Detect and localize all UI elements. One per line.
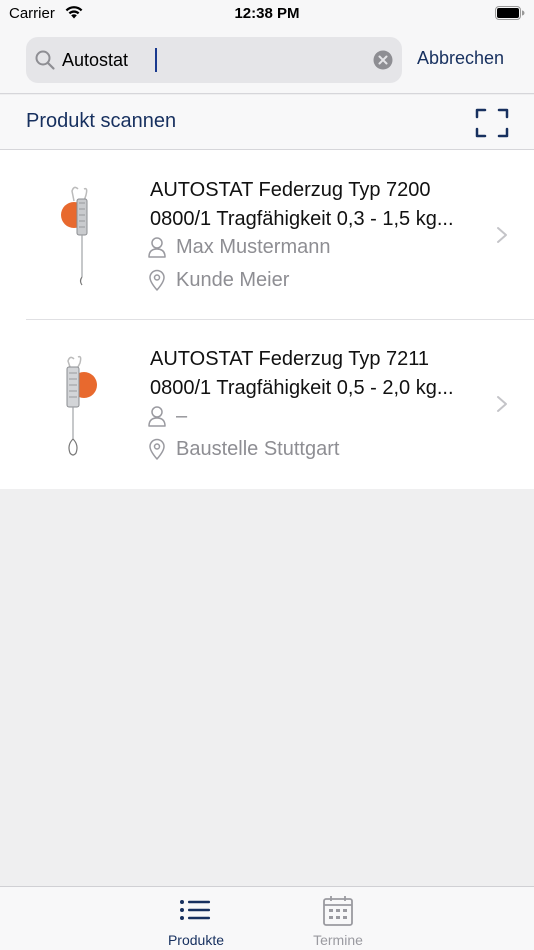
location-pin-icon — [149, 438, 165, 460]
product-title-line1: AUTOSTAT Federzug Typ 7211 — [150, 348, 430, 370]
product-title-line2: 0800/1 Tragfähigkeit 0,5 - 2,0 kg... — [150, 377, 454, 399]
search-header: Abbrechen — [0, 30, 534, 94]
product-location: Baustelle Stuttgart — [176, 438, 340, 460]
product-title-line2: 0800/1 Tragfähigkeit 0,3 - 1,5 kg... — [150, 208, 454, 230]
location-pin-icon — [149, 269, 165, 291]
list-item[interactable]: AUTOSTAT Federzug Typ 7200 0800/1 Tragfä… — [0, 150, 534, 320]
product-title: AUTOSTAT Federzug Typ 7200 0800/1 Tragfä… — [150, 176, 490, 234]
text-caret — [155, 48, 157, 72]
tab-termine-label: Termine — [313, 932, 363, 948]
clear-icon[interactable] — [373, 50, 393, 70]
search-input[interactable] — [62, 37, 362, 83]
search-icon — [35, 50, 55, 70]
tab-termine[interactable]: Termine — [288, 887, 388, 950]
product-location: Kunde Meier — [176, 269, 290, 291]
list-item[interactable]: AUTOSTAT Federzug Typ 7211 0800/1 Tragfä… — [0, 319, 534, 488]
tab-bar: Produkte Termine — [0, 886, 534, 950]
chevron-right-icon — [497, 227, 507, 243]
assigned-person: – — [176, 405, 188, 427]
product-title-line1: AUTOSTAT Federzug Typ 7200 — [150, 179, 431, 201]
tab-produkte-label: Produkte — [167, 932, 225, 948]
person-icon — [148, 237, 166, 258]
person-icon — [148, 406, 166, 427]
calendar-icon — [323, 896, 353, 926]
product-title: AUTOSTAT Federzug Typ 7211 0800/1 Tragfä… — [150, 345, 490, 403]
scan-product-row[interactable]: Produkt scannen — [0, 95, 534, 150]
status-bar: Carrier 12:38 PM — [0, 0, 534, 30]
battery-icon — [495, 6, 525, 20]
product-image — [66, 355, 97, 456]
scan-frame-icon[interactable] — [474, 107, 510, 139]
scan-product-label: Produkt scannen — [26, 110, 177, 132]
product-image — [61, 186, 88, 286]
search-field[interactable] — [26, 37, 402, 83]
cancel-button[interactable]: Abbrechen — [417, 48, 504, 69]
tab-produkte[interactable]: Produkte — [146, 887, 246, 950]
chevron-right-icon — [497, 396, 507, 412]
list-icon — [180, 900, 210, 920]
product-list: AUTOSTAT Federzug Typ 7200 0800/1 Tragfä… — [0, 150, 534, 489]
assigned-person: Max Mustermann — [176, 236, 331, 258]
clock: 12:38 PM — [234, 5, 300, 22]
